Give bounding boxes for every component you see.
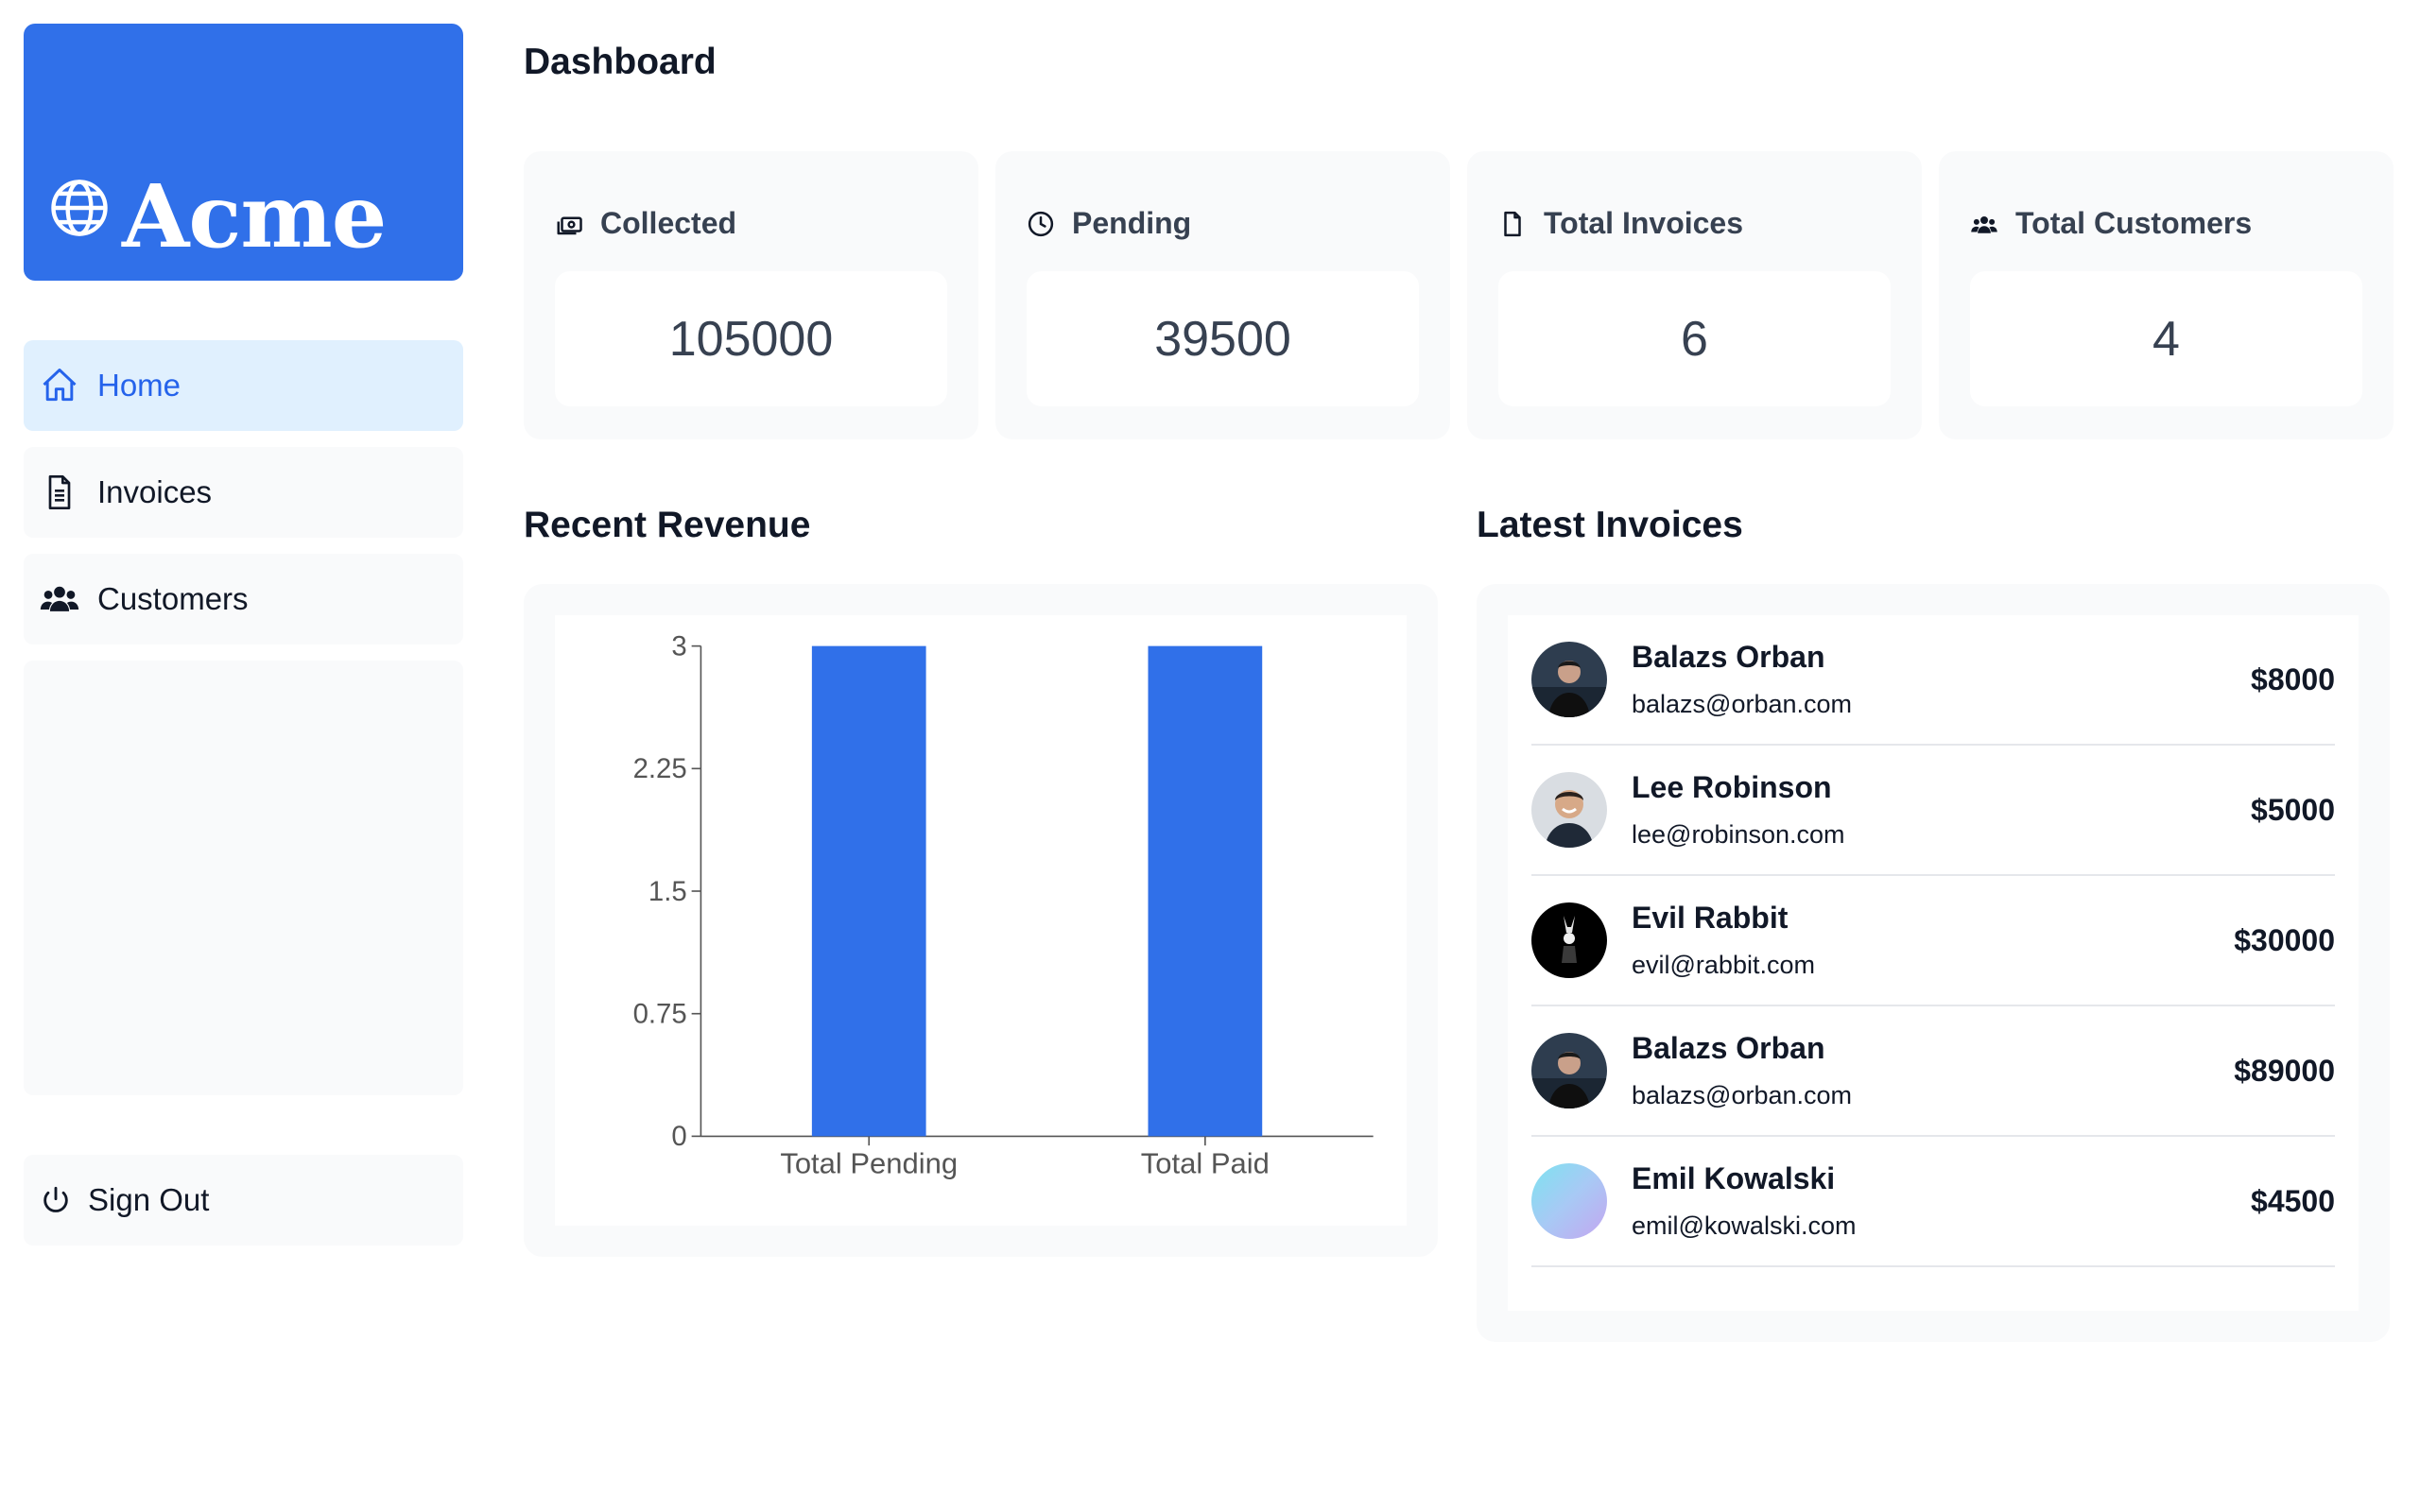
- card-value: 6: [1498, 271, 1891, 406]
- invoice-amount: $4500: [2251, 1183, 2335, 1218]
- bar: [1148, 645, 1263, 1137]
- customer-email: lee@robinson.com: [1632, 820, 1845, 849]
- invoice-row[interactable]: Balazs Orban balazs@orban.com $89000: [1531, 1006, 2335, 1137]
- avatar: [1531, 902, 1607, 978]
- sidebar-item-invoices[interactable]: Invoices: [24, 447, 463, 538]
- invoice-row[interactable]: Lee Robinson lee@robinson.com $5000: [1531, 746, 2335, 876]
- card-collected: Collected 105000: [524, 151, 978, 439]
- invoice-row[interactable]: Emil Kowalski emil@kowalski.com $4500: [1531, 1137, 2335, 1267]
- sidebar-item-customers[interactable]: Customers: [24, 554, 463, 644]
- sidebar-spacer: [24, 661, 463, 1095]
- sidebar-nav: Home Invoices Customers: [24, 340, 463, 1095]
- revenue-chart-area: 0 0.75 1.5 2.25 3 Total Pending Total Paid: [555, 615, 1407, 1226]
- y-tick-label: 1.5: [648, 876, 687, 907]
- y-tick-label: 0.75: [633, 998, 687, 1029]
- document-icon: [1498, 210, 1527, 238]
- users-icon: [39, 578, 80, 620]
- dashboard-page: Acme Home Invoices Customers Sign Out Da…: [0, 0, 2420, 1512]
- y-tick-label: 0: [671, 1121, 686, 1152]
- card-total-invoices: Total Invoices 6: [1467, 151, 1922, 439]
- latest-invoices-title: Latest Invoices: [1477, 505, 1743, 545]
- customer-name: Evil Rabbit: [1632, 901, 1789, 935]
- brand-name: Acme: [122, 165, 387, 267]
- recent-revenue-title: Recent Revenue: [524, 505, 811, 545]
- customer-email: balazs@orban.com: [1632, 690, 1853, 718]
- card-label: Total Invoices: [1544, 206, 1744, 240]
- card-value: 4: [1970, 271, 2362, 406]
- invoice-amount: $5000: [2251, 792, 2335, 827]
- customer-name: Balazs Orban: [1632, 640, 1825, 674]
- banknotes-icon: [555, 210, 583, 238]
- power-icon: [37, 1181, 75, 1219]
- invoice-amount: $89000: [2234, 1053, 2335, 1088]
- avatar: [1531, 1033, 1607, 1108]
- revenue-chart-panel: 0 0.75 1.5 2.25 3 Total Pending Total Paid: [524, 584, 1438, 1257]
- users-icon: [1970, 210, 1998, 238]
- avatar: [1531, 1163, 1607, 1239]
- invoice-amount: $8000: [2251, 662, 2335, 696]
- customer-email: balazs@orban.com: [1632, 1081, 1853, 1109]
- home-icon: [39, 365, 80, 406]
- page-title: Dashboard: [524, 42, 717, 82]
- revenue-chart: 0 0.75 1.5 2.25 3 Total Pending Total Paid: [633, 630, 1374, 1180]
- y-tick-label: 3: [671, 630, 686, 662]
- card-label: Pending: [1072, 206, 1192, 240]
- customer-name: Balazs Orban: [1632, 1031, 1825, 1065]
- sign-out-label: Sign Out: [88, 1182, 210, 1217]
- card-label: Collected: [600, 206, 737, 240]
- card-pending: Pending 39500: [995, 151, 1450, 439]
- customer-name: Lee Robinson: [1632, 770, 1832, 804]
- bar: [811, 645, 926, 1137]
- card-total-customers: Total Customers 4: [1939, 151, 2394, 439]
- clock-icon: [1027, 210, 1055, 238]
- x-tick-label: Total Paid: [1141, 1147, 1270, 1180]
- card-label: Total Customers: [2015, 206, 2253, 240]
- card-value: 39500: [1027, 271, 1419, 406]
- customer-email: emil@kowalski.com: [1632, 1211, 1857, 1240]
- document-icon: [39, 472, 80, 513]
- brand-logo[interactable]: Acme: [24, 24, 463, 281]
- globe-icon: [51, 180, 108, 236]
- sign-out-button[interactable]: Sign Out: [24, 1155, 463, 1246]
- sidebar-item-label: Customers: [97, 581, 249, 616]
- invoice-row[interactable]: Balazs Orban balazs@orban.com $8000: [1531, 615, 2335, 746]
- sidebar-item-label: Home: [97, 368, 182, 403]
- invoice-amount: $30000: [2234, 922, 2335, 957]
- customer-name: Emil Kowalski: [1632, 1161, 1836, 1195]
- sidebar-item-home[interactable]: Home: [24, 340, 463, 431]
- customer-email: evil@rabbit.com: [1632, 951, 1815, 979]
- invoice-row[interactable]: Evil Rabbit evil@rabbit.com $30000: [1531, 876, 2335, 1006]
- latest-invoices-panel: Balazs Orban balazs@orban.com $8000 Lee …: [1477, 584, 2390, 1342]
- y-tick-label: 2.25: [633, 753, 687, 784]
- card-value: 105000: [555, 271, 947, 406]
- x-tick-label: Total Pending: [780, 1147, 958, 1180]
- latest-invoices-list: Balazs Orban balazs@orban.com $8000 Lee …: [1508, 615, 2359, 1311]
- summary-cards: Collected 105000 Pending 39500 Total Inv…: [524, 151, 2394, 439]
- sidebar-item-label: Invoices: [97, 474, 213, 509]
- avatar: [1531, 642, 1607, 717]
- avatar: [1531, 772, 1607, 848]
- sidebar: Acme Home Invoices Customers: [24, 24, 463, 1095]
